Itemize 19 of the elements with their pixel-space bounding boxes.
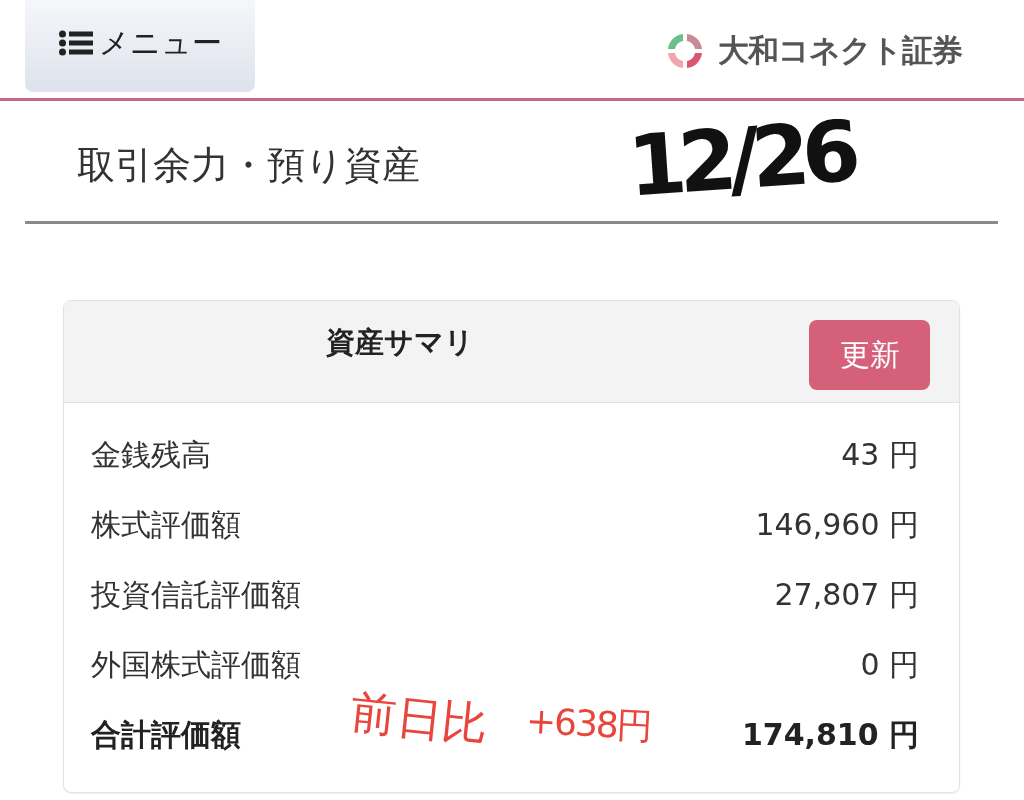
page-title: 取引余力・預り資産 [77, 141, 420, 189]
row-value: 27,807 円 [774, 575, 919, 614]
row-label: 株式評価額 [91, 505, 241, 544]
row-value: 43 円 [841, 435, 919, 474]
row-label: 外国株式評価額 [91, 645, 301, 684]
row-value: 0 円 [860, 645, 919, 684]
row-value: 174,810 円 [741, 715, 919, 754]
handwritten-note: 前日比 [347, 682, 491, 755]
handwritten-note: 12/26 [624, 102, 856, 216]
row-label: 金銭残高 [91, 435, 211, 474]
refresh-button[interactable]: 更新 [809, 320, 930, 390]
menu-button[interactable]: メニュー [25, 0, 255, 92]
row-label: 合計評価額 [91, 715, 241, 754]
list-icon [58, 30, 93, 56]
handwritten-note: +638円 [524, 698, 653, 750]
row-value: 146,960 円 [755, 505, 919, 544]
row-label: 投資信託評価額 [91, 575, 301, 614]
brand-name: 大和コネクト証券 [718, 31, 962, 70]
card-title: 資産サマリ [326, 324, 474, 361]
